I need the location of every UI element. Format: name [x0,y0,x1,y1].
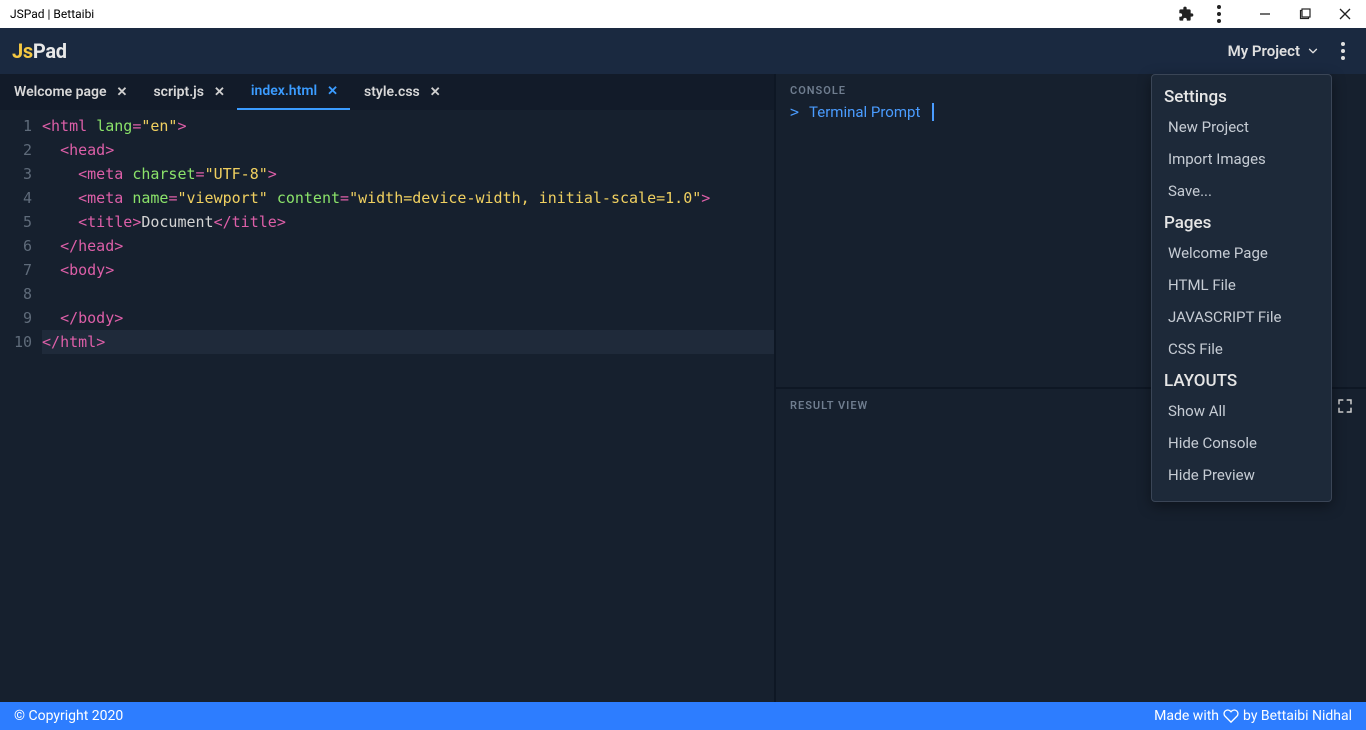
prompt-text: Terminal Prompt [809,103,920,121]
line-number: 2 [0,138,32,162]
footer: © Copyright 2020 Made with by Bettaibi N… [0,702,1366,730]
code-line[interactable]: <meta charset="UTF-8"> [42,162,774,186]
menu-item-import-images[interactable]: Import Images [1152,143,1331,175]
chevron-down-icon [1306,44,1320,58]
menu-item-welcome-page[interactable]: Welcome Page [1152,237,1331,269]
close-icon[interactable]: ✕ [325,82,340,101]
menu-heading-settings: Settings [1152,81,1331,111]
menu-heading-layouts: LAYOUTS [1152,365,1331,395]
code-line[interactable]: </body> [42,306,774,330]
code-line[interactable]: <meta name="viewport" content="width=dev… [42,186,774,210]
window-controls [1258,7,1352,21]
menu-item-html-file[interactable]: HTML File [1152,269,1331,301]
editor-panel: Welcome page✕script.js✕index.html✕style.… [0,74,776,702]
header-right: My Project [1228,42,1352,60]
code-line[interactable]: </html> [42,330,774,354]
menu-item-hide-preview[interactable]: Hide Preview [1152,459,1331,491]
made-with-prefix: Made with [1154,708,1219,724]
code-line[interactable] [42,282,774,306]
tab-script-js[interactable]: script.js ✕ [139,74,236,110]
line-number: 5 [0,210,32,234]
line-number-gutter: 12345678910 [0,114,42,702]
maximize-button[interactable] [1298,7,1312,21]
tab-welcome-page[interactable]: Welcome page ✕ [0,74,139,110]
copyright-text: © Copyright 2020 [14,708,123,724]
line-number: 6 [0,234,32,258]
tab-label: script.js [153,84,204,100]
project-label: My Project [1228,42,1300,60]
line-number: 1 [0,114,32,138]
settings-dropdown[interactable]: SettingsNew ProjectImport ImagesSave...P… [1151,74,1332,502]
line-number: 7 [0,258,32,282]
tab-style-css[interactable]: style.css ✕ [350,74,453,110]
menu-item-save-[interactable]: Save... [1152,175,1331,207]
logo-suffix: Pad [33,39,67,63]
close-icon[interactable]: ✕ [428,83,443,102]
menu-item-hide-console[interactable]: Hide Console [1152,427,1331,459]
code-line[interactable]: <html lang="en"> [42,114,774,138]
minimize-button[interactable] [1258,7,1272,21]
line-number: 3 [0,162,32,186]
close-window-button[interactable] [1338,7,1352,21]
project-selector[interactable]: My Project [1228,42,1320,60]
browser-menu-icon[interactable] [1210,5,1228,23]
main-layout: Welcome page✕script.js✕index.html✕style.… [0,74,1366,702]
code-line[interactable]: <title>Document</title> [42,210,774,234]
os-titlebar: JSPad | Bettaibi [0,0,1366,28]
tab-index-html[interactable]: index.html ✕ [237,74,350,110]
tab-label: index.html [251,83,317,99]
prompt-symbol: > [790,103,799,121]
prompt-cursor [932,103,934,121]
line-number: 4 [0,186,32,210]
logo-prefix: Js [12,39,33,63]
tab-label: Welcome page [14,84,107,100]
code-line[interactable]: <head> [42,138,774,162]
titlebar-controls [1178,5,1362,23]
heart-icon [1223,708,1239,724]
app-header: JsPad My Project [0,28,1366,74]
extension-icon[interactable] [1178,6,1194,22]
close-icon[interactable]: ✕ [212,83,227,102]
window-title: JSPad | Bettaibi [10,7,94,21]
close-icon[interactable]: ✕ [115,83,130,102]
fullscreen-icon[interactable] [1336,397,1354,415]
line-number: 10 [0,330,32,354]
menu-item-show-all[interactable]: Show All [1152,395,1331,427]
made-with-suffix: by Bettaibi Nidhal [1243,708,1352,724]
code-lines[interactable]: <html lang="en"> <head> <meta charset="U… [42,114,774,702]
code-editor[interactable]: 12345678910 <html lang="en"> <head> <met… [0,110,774,702]
code-line[interactable]: <body> [42,258,774,282]
menu-item-javascript-file[interactable]: JAVASCRIPT File [1152,301,1331,333]
line-number: 8 [0,282,32,306]
menu-item-new-project[interactable]: New Project [1152,111,1331,143]
app-menu-button[interactable] [1334,42,1352,60]
menu-heading-pages: Pages [1152,207,1331,237]
tab-label: style.css [364,84,420,100]
code-line[interactable]: </head> [42,234,774,258]
line-number: 9 [0,306,32,330]
footer-credit: Made with by Bettaibi Nidhal [1154,708,1352,724]
menu-item-css-file[interactable]: CSS File [1152,333,1331,365]
app-logo: JsPad [12,39,67,63]
tab-bar: Welcome page✕script.js✕index.html✕style.… [0,74,774,110]
